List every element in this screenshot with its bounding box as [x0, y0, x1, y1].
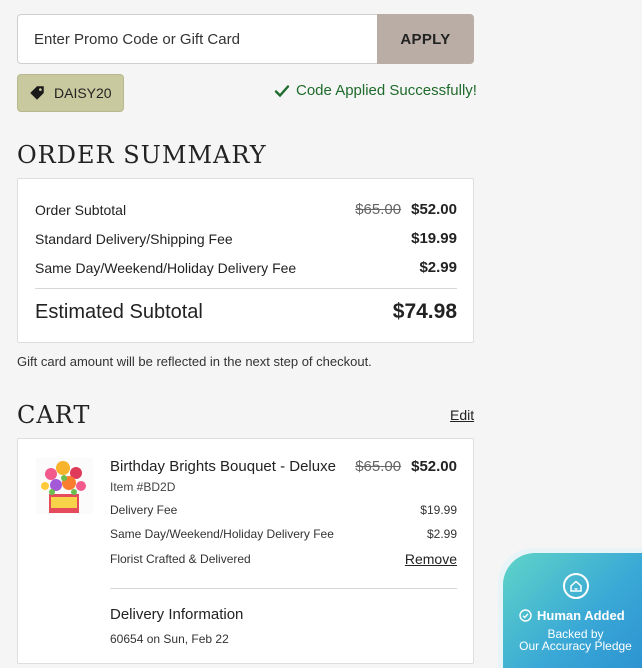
cart-line-sameday-fee: Same Day/Weekend/Holiday Delivery Fee $2…	[110, 527, 457, 541]
applied-code-label: DAISY20	[54, 85, 112, 101]
product-item-number: Item #BD2D	[110, 480, 176, 494]
summary-row-value: $19.99	[411, 230, 457, 247]
product-price: $65.00 $52.00	[355, 458, 457, 475]
code-applied-message: Code Applied Successfully!	[274, 82, 477, 99]
estimated-subtotal-row: Estimated Subtotal $74.98	[35, 300, 457, 324]
summary-row-value: $52.00	[411, 201, 457, 218]
line-label: Same Day/Weekend/Holiday Delivery Fee	[110, 527, 334, 541]
summary-row-shipping: Standard Delivery/Shipping Fee $19.99	[35, 230, 457, 247]
applied-code-chip[interactable]: DAISY20	[17, 74, 124, 112]
line-label: Delivery Fee	[110, 503, 178, 517]
summary-row-sameday: Same Day/Weekend/Holiday Delivery Fee $2…	[35, 259, 457, 276]
gift-card-note: Gift card amount will be reflected in th…	[17, 354, 372, 369]
summary-row-label: Same Day/Weekend/Holiday Delivery Fee	[35, 259, 297, 276]
product-image[interactable]	[36, 458, 93, 514]
order-summary-box: Order Subtotal $65.00 $52.00 Standard De…	[17, 178, 474, 343]
estimated-subtotal-label: Estimated Subtotal	[35, 300, 203, 323]
order-summary-title: ORDER SUMMARY	[17, 141, 267, 169]
product-sale-price: $52.00	[411, 458, 457, 475]
home-icon	[563, 573, 589, 599]
delivery-info-title: Delivery Information	[110, 606, 244, 623]
cart-line-florist: Florist Crafted & Delivered Remove	[110, 551, 457, 567]
cart-box: Birthday Brights Bouquet - Deluxe $65.00…	[17, 438, 474, 664]
remove-item-link[interactable]: Remove	[405, 551, 457, 567]
line-value: $2.99	[426, 527, 457, 541]
original-price: $65.00	[355, 201, 402, 218]
cart-line-delivery-fee: Delivery Fee $19.99	[110, 503, 457, 517]
cart-divider	[110, 588, 457, 589]
apply-button[interactable]: APPLY	[377, 14, 474, 64]
checkmark-icon	[274, 84, 290, 97]
promo-code-form: APPLY	[17, 14, 474, 64]
delivery-info-text: 60654 on Sun, Feb 22	[110, 632, 229, 646]
check-circle-icon	[519, 609, 532, 622]
code-applied-text: Code Applied Successfully!	[296, 82, 477, 99]
accuracy-pledge-badge[interactable]: Human Added Backed by Our Accuracy Pledg…	[503, 553, 642, 668]
summary-row-subtotal: Order Subtotal $65.00 $52.00	[35, 201, 457, 218]
cart-title: CART	[17, 401, 91, 429]
product-original-price: $65.00	[355, 458, 402, 475]
summary-row-value: $2.99	[419, 259, 457, 276]
summary-divider	[35, 288, 457, 289]
estimated-subtotal-value: $74.98	[392, 300, 457, 323]
florist-label: Florist Crafted & Delivered	[110, 552, 251, 566]
promo-code-input[interactable]	[17, 14, 377, 64]
badge-title-text: Human Added	[537, 608, 625, 623]
summary-row-label: Standard Delivery/Shipping Fee	[35, 230, 233, 247]
badge-line-2: Our Accuracy Pledge	[519, 639, 632, 653]
tag-icon	[30, 86, 44, 100]
bouquet-image	[36, 458, 93, 514]
cart-edit-link[interactable]: Edit	[450, 407, 474, 423]
summary-row-label: Order Subtotal	[35, 201, 127, 218]
product-name[interactable]: Birthday Brights Bouquet - Deluxe	[110, 458, 336, 475]
line-value: $19.99	[420, 503, 457, 517]
badge-title: Human Added	[519, 608, 625, 623]
